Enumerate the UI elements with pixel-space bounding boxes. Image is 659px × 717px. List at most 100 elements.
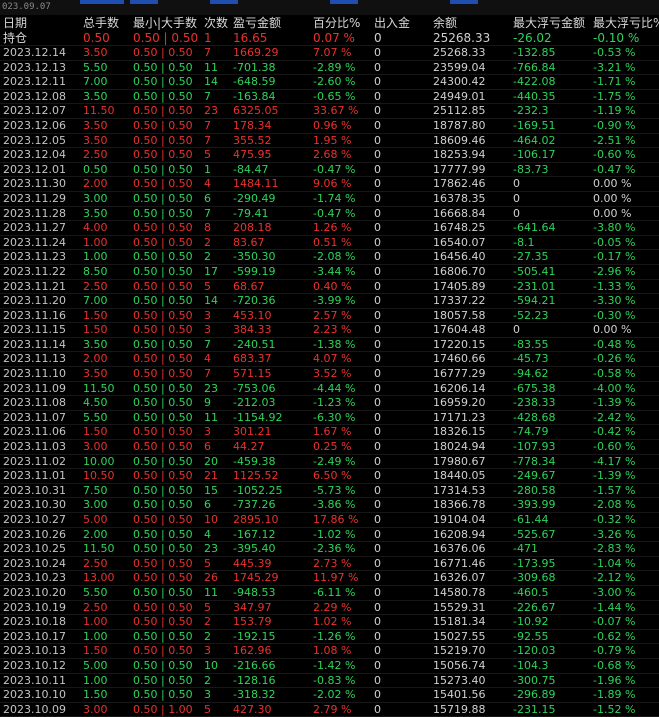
row-min-max-lots: 0.50 | 0.50 [133, 644, 193, 658]
row-pnl: 2895.10 [233, 513, 279, 526]
header-count[interactable]: 次数 [204, 15, 232, 31]
tab-indicator[interactable] [80, 0, 124, 4]
table-row[interactable]: 2023.10.24 2.50 0.50 | 0.50 5 445.39 2.73 % 0 1… [0, 557, 659, 572]
row-max-float-loss-pct: -0.07 % [593, 615, 636, 629]
table-row[interactable]: 2023.12.07 11.50 0.50 | 0.50 23 6325.05 33.67… [0, 104, 659, 119]
row-min-max-lots: 0.50 | 0.50 [133, 410, 193, 424]
tab-indicator[interactable] [450, 0, 478, 4]
table-row[interactable]: 2023.11.28 3.50 0.50 | 0.50 7 -79.41 -0.47 % 0… [0, 207, 659, 222]
row-date: 2023.10.20 [3, 585, 66, 599]
table-row[interactable]: 2023.12.04 2.50 0.50 | 0.50 5 475.95 2.68 % 0 1… [0, 148, 659, 163]
tab-indicator[interactable] [330, 0, 358, 4]
table-row[interactable]: 2023.11.21 2.50 0.50 | 0.50 5 68.67 0.40 % 0 17… [0, 280, 659, 295]
holding-row[interactable]: 持仓 0.50 0.50 | 0.50 1 16.65 0.07 % 0 252… [0, 31, 659, 46]
table-row[interactable]: 2023.11.08 4.50 0.50 | 0.50 9 -212.03 -1.23 %… [0, 396, 659, 411]
tab-indicator[interactable] [210, 0, 238, 4]
row-total-lots: 8.50 [83, 264, 108, 278]
table-row[interactable]: 2023.10.19 2.50 0.50 | 0.50 5 347.97 2.29 % 0 1… [0, 601, 659, 616]
header-balance[interactable]: 余额 [433, 15, 511, 31]
row-max-float-loss-pct: -0.48 % [593, 337, 636, 351]
table-row[interactable]: 2023.11.24 1.00 0.50 | 0.50 2 83.67 0.51 % 0 16… [0, 236, 659, 251]
row-total-lots: 10.50 [83, 469, 115, 483]
table-row[interactable]: 2023.11.10 3.50 0.50 | 0.50 7 571.15 3.52 % 0 1… [0, 367, 659, 382]
header-min-max-lots[interactable]: 最小|大手数 [133, 15, 203, 31]
table-row[interactable]: 2023.12.14 3.50 0.50 | 0.50 7 1669.29 7.07 % 0… [0, 46, 659, 61]
table-row[interactable]: 2023.10.17 1.00 0.50 | 0.50 2 -192.15 -1.26 %… [0, 630, 659, 645]
table-row[interactable]: 2023.12.08 3.50 0.50 | 0.50 7 -163.84 -0.65 %… [0, 90, 659, 105]
table-row[interactable]: 2023.12.11 7.00 0.50 | 0.50 14 -648.59 -2.60 … [0, 75, 659, 90]
row-count: 21 [204, 469, 218, 483]
header-percent[interactable]: 百分比% [313, 15, 373, 31]
table-row[interactable]: 2023.10.25 11.50 0.50 | 0.50 23 -395.40 -2.36… [0, 542, 659, 557]
row-count: 3 [204, 308, 211, 322]
table-row[interactable]: 2023.12.05 3.50 0.50 | 0.50 7 355.52 1.95 % 0 1… [0, 134, 659, 149]
row-max-float-loss-pct: -0.60 % [593, 148, 636, 162]
row-count: 11 [204, 585, 218, 599]
table-row[interactable]: 2023.11.06 1.50 0.50 | 0.50 3 301.21 1.67 % 0 1… [0, 425, 659, 441]
table-row[interactable]: 2023.11.20 7.00 0.50 | 0.50 14 -720.36 -3.99 … [0, 294, 659, 309]
table-row[interactable]: 2023.10.11 1.00 0.50 | 0.50 2 -128.16 -0.83 %… [0, 674, 659, 689]
table-row[interactable]: 2023.11.09 11.50 0.50 | 0.50 23 -753.06 -4.44… [0, 382, 659, 397]
table-row[interactable]: 2023.11.30 2.00 0.50 | 0.50 4 1484.11 9.06 % 0… [0, 177, 659, 192]
row-min-max-lots: 0.50 | 0.50 [133, 133, 193, 147]
row-count: 15 [204, 483, 218, 497]
row-total-lots: 11.50 [83, 381, 115, 395]
row-count: 1 [204, 162, 211, 176]
table-row[interactable]: 2023.11.23 1.00 0.50 | 0.50 2 -350.30 -2.08 %… [0, 250, 659, 265]
table-row[interactable]: 2023.11.22 8.50 0.50 | 0.50 17 -599.19 -3.44 … [0, 265, 659, 280]
header-max-float-loss-pct[interactable]: 最大浮亏比% [593, 15, 659, 31]
table-row[interactable]: 2023.11.13 2.00 0.50 | 0.50 4 683.37 4.07 % 0 1… [0, 352, 659, 368]
row-max-float-loss: -226.67 [513, 600, 556, 614]
table-row[interactable]: 2023.12.01 0.50 0.50 | 0.50 1 -84.47 -0.47 % 0… [0, 163, 659, 178]
row-date: 2023.11.10 [3, 367, 66, 381]
header-pnl[interactable]: 盈亏金额 [233, 15, 311, 31]
row-cash-flow: 0 [374, 483, 381, 497]
row-percent: -3.44 % [313, 264, 356, 278]
table-row[interactable]: 2023.10.23 13.00 0.50 | 0.50 26 1745.29 11.97… [0, 571, 659, 586]
table-row[interactable]: 2023.11.07 5.50 0.50 | 0.50 11 -1154.92 -6.30… [0, 411, 659, 426]
row-min-max-lots: 0.50 | 0.50 [133, 148, 193, 162]
row-balance: 14580.78 [433, 585, 486, 599]
row-max-float-loss-pct: -2.96 % [593, 264, 636, 278]
table-row[interactable]: 2023.11.01 10.50 0.50 | 0.50 21 1125.52 6.50 … [0, 469, 659, 484]
table-row[interactable]: 2023.10.30 3.00 0.50 | 0.50 6 -737.26 -3.86 %… [0, 498, 659, 513]
table-row[interactable]: 2023.10.18 1.00 0.50 | 0.50 2 153.79 1.02 % 0 1… [0, 615, 659, 630]
row-pnl: -216.66 [233, 658, 276, 672]
table-row[interactable]: 2023.10.31 7.50 0.50 | 0.50 15 -1052.25 -5.73… [0, 484, 659, 499]
table-row[interactable]: 2023.12.06 3.50 0.50 | 0.50 7 178.34 0.96 % 0 1… [0, 119, 659, 134]
row-pnl: 427.30 [233, 702, 272, 716]
row-min-max-lots: 0.50 | 0.50 [133, 469, 193, 483]
header-max-float-loss[interactable]: 最大浮亏金额 [513, 15, 591, 31]
row-date: 2023.10.10 [3, 688, 66, 702]
row-percent: 0.96 % [313, 118, 352, 132]
row-max-float-loss-pct: -0.26 % [593, 352, 636, 366]
table-row[interactable]: 2023.11.16 1.50 0.50 | 0.50 3 453.10 2.57 % 0 1… [0, 309, 659, 324]
table-row[interactable]: 2023.12.13 5.50 0.50 | 0.50 11 -701.38 -2.89 … [0, 61, 659, 76]
table-row[interactable]: 2023.10.13 1.50 0.50 | 0.50 3 162.96 1.08 % 0 1… [0, 644, 659, 659]
table-row[interactable]: 2023.10.10 1.50 0.50 | 0.50 3 -318.32 -2.02 %… [0, 688, 659, 703]
table-row[interactable]: 2023.11.02 10.00 0.50 | 0.50 20 -459.38 -2.49… [0, 455, 659, 470]
table-row[interactable]: 2023.10.26 2.00 0.50 | 0.50 4 -167.12 -1.02 %… [0, 528, 659, 543]
table-row[interactable]: 2023.10.20 5.50 0.50 | 0.50 11 -948.53 -6.11 … [0, 586, 659, 601]
header-total-lots[interactable]: 总手数 [83, 15, 131, 31]
row-min-max-lots: 0.50 | 0.50 [133, 60, 193, 74]
row-percent: 2.29 % [313, 600, 352, 614]
table-row[interactable]: 2023.11.14 3.50 0.50 | 0.50 7 -240.51 -1.38 %… [0, 338, 659, 353]
row-total-lots: 2.00 [83, 527, 108, 541]
row-max-float-loss-pct: -2.12 % [593, 571, 636, 585]
table-row[interactable]: 2023.11.29 3.00 0.50 | 0.50 6 -290.49 -1.74 %… [0, 192, 659, 207]
table-row[interactable]: 2023.11.15 1.50 0.50 | 0.50 3 384.33 2.23 % 0 1… [0, 323, 659, 338]
table-row[interactable]: 2023.11.03 3.00 0.50 | 0.50 6 44.27 0.25 % 0 18… [0, 440, 659, 455]
tab-indicator[interactable] [130, 0, 158, 4]
table-row[interactable]: 2023.10.27 5.00 0.50 | 0.50 10 2895.10 17.86 … [0, 513, 659, 528]
table-row[interactable]: 2023.11.27 4.00 0.50 | 0.50 8 208.18 1.26 % 0 1… [0, 221, 659, 236]
header-date[interactable]: 日期 [3, 15, 81, 31]
table-row[interactable]: 2023.10.12 5.00 0.50 | 0.50 10 -216.66 -1.42 … [0, 659, 659, 674]
header-cash-flow[interactable]: 出入金 [374, 15, 430, 31]
row-count: 11 [204, 60, 218, 74]
table-row[interactable]: 2023.10.09 3.00 0.50 | 1.00 5 427.30 2.79 % 0 1… [0, 703, 659, 717]
row-pnl: 1669.29 [233, 46, 279, 59]
row-date: 2023.11.22 [3, 264, 66, 278]
row-max-float-loss: -232.3 [513, 104, 549, 118]
row-percent: -0.83 % [313, 673, 356, 687]
